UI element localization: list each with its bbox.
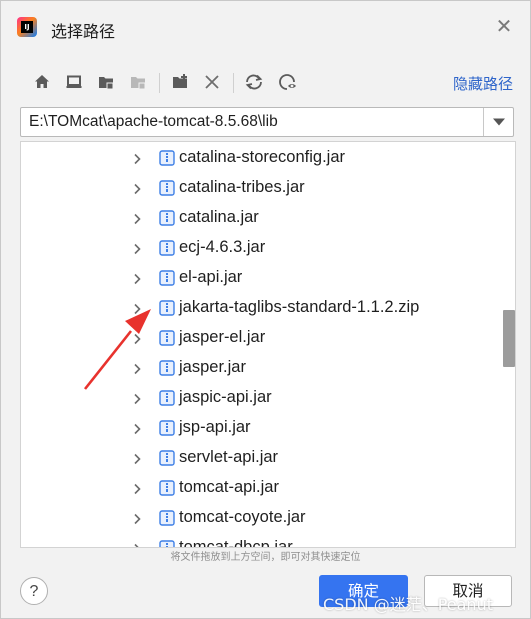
tree-row[interactable]: catalina-storeconfig.jar <box>21 143 501 173</box>
chevron-right-icon[interactable] <box>131 242 143 255</box>
chevron-right-icon[interactable] <box>131 332 143 345</box>
desktop-icon[interactable] <box>61 69 87 95</box>
tree-item-label: servlet-api.jar <box>179 448 279 466</box>
chevron-right-icon[interactable] <box>131 512 143 525</box>
tree-row[interactable]: jsp-api.jar <box>21 413 501 443</box>
chevron-right-icon[interactable] <box>131 452 143 465</box>
archive-file-icon <box>159 180 175 196</box>
choose-path-dialog: IJ 选择路径 ✕ 隐藏路径 E:\TOMcat\apache-tomcat-8… <box>0 0 531 619</box>
path-combobox <box>20 107 514 137</box>
tree-item-label: jsp-api.jar <box>179 418 251 436</box>
chevron-right-icon[interactable] <box>131 272 143 285</box>
logo-text: IJ <box>21 21 33 33</box>
intellij-logo-icon: IJ <box>17 17 37 37</box>
tree-row[interactable]: catalina.jar <box>21 203 501 233</box>
tree-item-label: catalina-storeconfig.jar <box>179 148 345 166</box>
tree-item-label: tomcat-coyote.jar <box>179 508 306 526</box>
hide-path-link[interactable]: 隐藏路径 <box>453 73 513 94</box>
module-folder-icon <box>125 69 151 95</box>
delete-icon[interactable] <box>199 69 225 95</box>
archive-file-icon <box>159 420 175 436</box>
tree-row[interactable]: tomcat-coyote.jar <box>21 503 501 533</box>
archive-file-icon <box>159 540 175 547</box>
refresh-icon[interactable] <box>241 69 267 95</box>
chevron-right-icon[interactable] <box>131 392 143 405</box>
archive-file-icon <box>159 480 175 496</box>
toolbar-separator <box>233 73 234 93</box>
home-icon[interactable] <box>29 69 55 95</box>
tree-row[interactable]: tomcat-dbcp.jar <box>21 533 501 548</box>
tree-item-label: catalina.jar <box>179 208 259 226</box>
archive-file-icon <box>159 150 175 166</box>
tree-row[interactable]: ecj-4.6.3.jar <box>21 233 501 263</box>
archive-file-icon <box>159 270 175 286</box>
tree-item-label: ecj-4.6.3.jar <box>179 238 266 256</box>
tree-item-label: jasper-el.jar <box>179 328 266 346</box>
tree-item-label: tomcat-dbcp.jar <box>179 538 293 548</box>
show-hidden-icon[interactable] <box>275 69 301 95</box>
watermark: CSDN @迷茫、Peanut <box>323 595 493 614</box>
tree-item-label: jasper.jar <box>179 358 246 376</box>
tree-row[interactable]: jakarta-taglibs-standard-1.1.2.zip <box>21 293 501 323</box>
new-folder-icon[interactable] <box>167 69 193 95</box>
tree-item-label: jaspic-api.jar <box>179 388 272 406</box>
tree-row[interactable]: catalina-tribes.jar <box>21 173 501 203</box>
chevron-right-icon[interactable] <box>131 362 143 375</box>
help-button[interactable]: ? <box>20 577 48 605</box>
archive-file-icon <box>159 450 175 466</box>
title-bar: IJ 选择路径 ✕ <box>1 1 530 53</box>
file-tree[interactable]: catalina-storeconfig.jar catalina-tribes.… <box>20 141 516 548</box>
archive-file-icon <box>159 330 175 346</box>
tree-row[interactable]: el-api.jar <box>21 263 501 293</box>
chevron-right-icon[interactable] <box>131 422 143 435</box>
project-folder-icon[interactable] <box>93 69 119 95</box>
scrollbar-thumb[interactable] <box>503 310 515 367</box>
tree-item-label: catalina-tribes.jar <box>179 178 305 196</box>
toolbar-separator <box>159 73 160 93</box>
tree-item-label: tomcat-api.jar <box>179 478 279 496</box>
archive-file-icon <box>159 510 175 526</box>
tree-row[interactable]: jasper-el.jar <box>21 323 501 353</box>
archive-file-icon <box>159 390 175 406</box>
tree-row[interactable]: servlet-api.jar <box>21 443 501 473</box>
chevron-right-icon[interactable] <box>131 182 143 195</box>
chevron-right-icon[interactable] <box>131 482 143 495</box>
chevron-down-icon[interactable] <box>484 108 513 136</box>
tree-item-label: el-api.jar <box>179 268 243 286</box>
chevron-right-icon[interactable] <box>131 302 143 315</box>
chevron-right-icon[interactable] <box>131 152 143 165</box>
archive-file-icon <box>159 240 175 256</box>
chevron-right-icon[interactable] <box>131 212 143 225</box>
archive-file-icon <box>159 300 175 316</box>
drag-drop-hint: 将文件拖放到上方空间，即可对其快速定位 <box>170 552 361 563</box>
archive-file-icon <box>159 210 175 226</box>
archive-file-icon <box>159 360 175 376</box>
dialog-title: 选择路径 <box>51 22 116 41</box>
path-input[interactable] <box>21 108 481 136</box>
tree-row[interactable]: jaspic-api.jar <box>21 383 501 413</box>
tree-row[interactable]: jasper.jar <box>21 353 501 383</box>
toolbar <box>27 69 327 97</box>
close-icon[interactable]: ✕ <box>493 15 515 37</box>
tree-row[interactable]: tomcat-api.jar <box>21 473 501 503</box>
tree-item-label: jakarta-taglibs-standard-1.1.2.zip <box>179 298 420 316</box>
